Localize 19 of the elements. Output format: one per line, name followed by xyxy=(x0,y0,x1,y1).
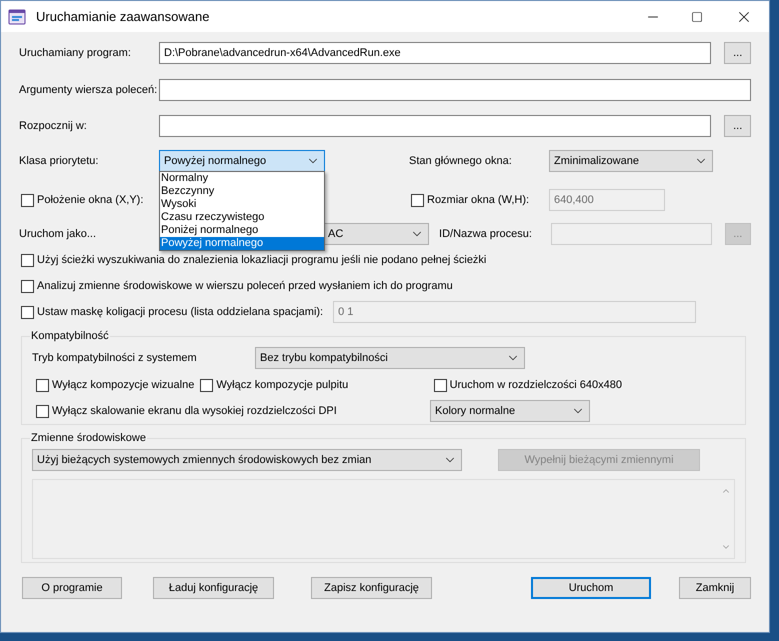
field-label: Argumenty wiersza poleceń: xyxy=(19,82,158,98)
checkbox-label: Położenie okna (X,Y): xyxy=(37,192,144,208)
field-label: Uruchamiany program: xyxy=(19,46,132,61)
window-title: Uruchamianie zaawansowane xyxy=(36,8,210,26)
group-title: Kompatybilność xyxy=(30,329,110,343)
checkbox-label: Wyłącz skalowanie ekranu dla wysokiej rozdzielczości DPI xyxy=(52,404,337,419)
field-label: Klasa priorytetu: xyxy=(19,154,100,169)
field-label: ID/Nazwa procesu: xyxy=(439,226,533,242)
checkbox-label: Użyj ścieżki wyszukiwania do znalezienia lokazliacji programu jeśli nie podano pełnej ścieżki xyxy=(37,252,486,268)
field-label: Tryb kompatybilności z systemem xyxy=(32,350,198,366)
field-label: Stan głównego okna: xyxy=(409,154,513,169)
checkbox-label: Wyłącz kompozycje pulpitu xyxy=(216,378,348,393)
checkbox-label: Uruchom w rozdzielczości 640x480 xyxy=(450,378,622,393)
checkbox-label: Analizuj zmienne środowiskowe w wierszu poleceń przed wysłaniem ich do programu xyxy=(37,278,453,294)
field-label: Rozpocznij w: xyxy=(19,118,88,134)
checkbox-label: Ustaw maskę koligacji procesu (lista oddzielana spacjami): xyxy=(37,304,324,320)
checkbox-label: Wyłącz kompozycje wizualne xyxy=(52,378,194,393)
checkbox-label: Rozmiar okna (W,H): xyxy=(427,192,530,208)
field-label: Uruchom jako... xyxy=(19,226,98,242)
